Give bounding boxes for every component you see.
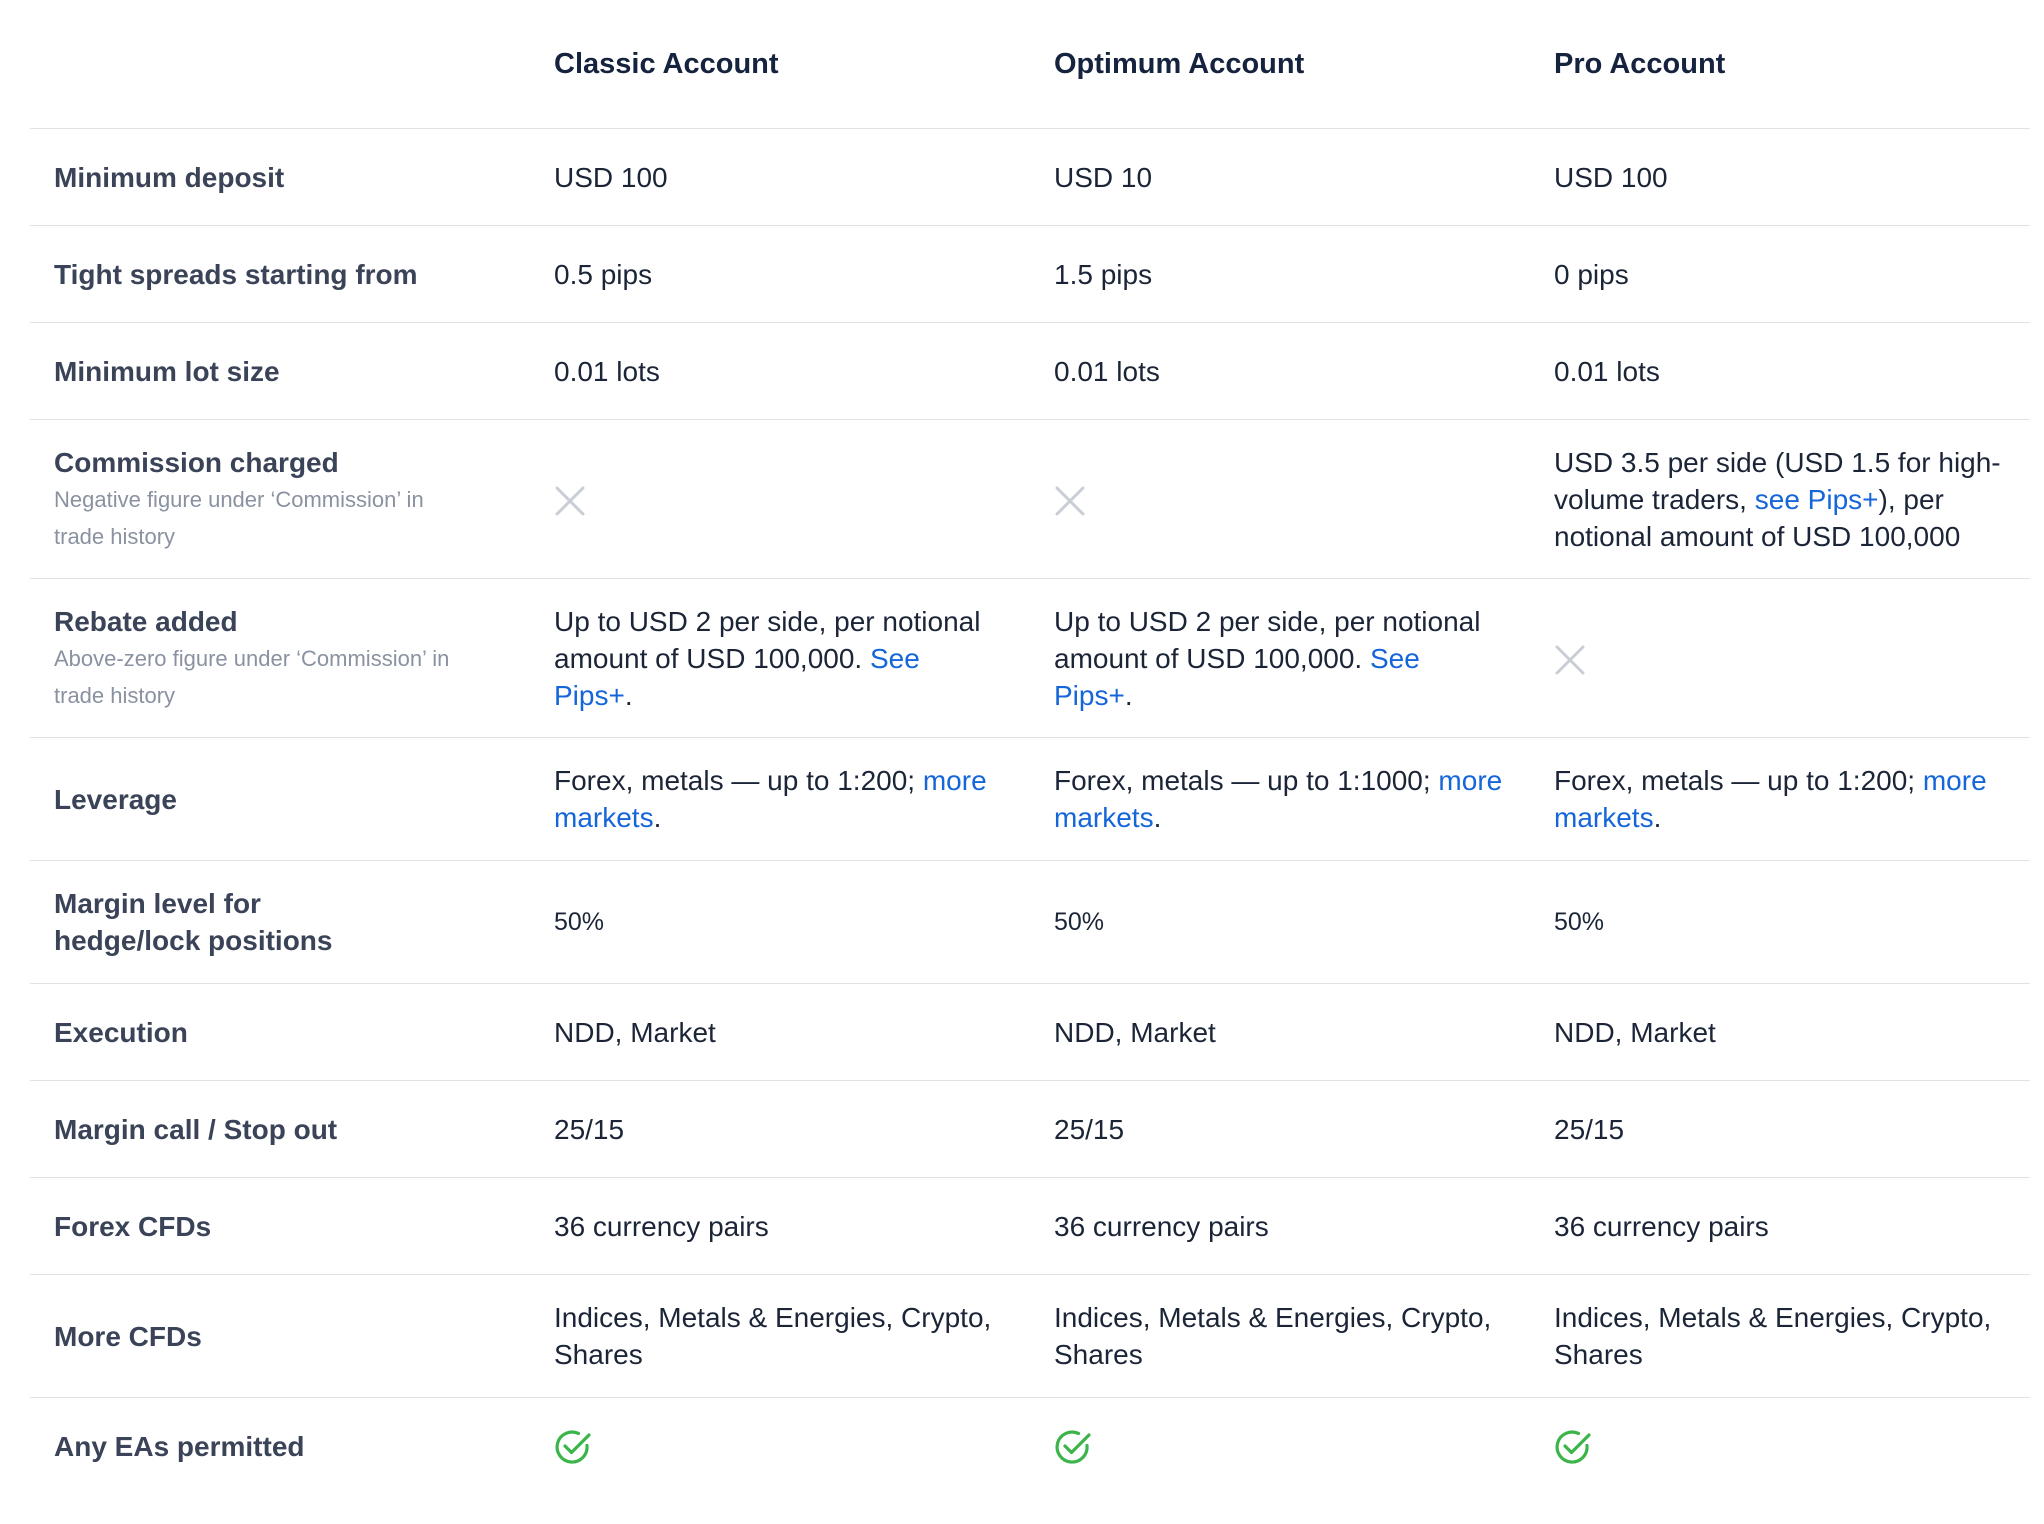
cell-optimum: Indices, Metals & Energies, Crypto, Shar… [1030, 1274, 1530, 1398]
cell-pro [1530, 578, 2030, 738]
cell-optimum: USD 10 [1030, 128, 1530, 226]
cell-optimum: 36 currency pairs [1030, 1177, 1530, 1275]
row-label: Tight spreads starting from [30, 225, 530, 323]
row-sublabel: Above-zero figure under ‘Commission’ in … [54, 645, 450, 708]
see-pips-plus-link[interactable]: see Pips+ [1755, 484, 1879, 515]
row-minimum-lot-size: Minimum lot size 0.01 lots 0.01 lots 0.0… [30, 322, 2030, 420]
row-label: Commission charged [54, 446, 339, 478]
row-minimum-deposit: Minimum deposit USD 100 USD 10 USD 100 [30, 128, 2030, 226]
cell-classic: NDD, Market [530, 983, 1030, 1081]
cell-pro [1530, 1398, 2030, 1495]
cell-classic: 50% [530, 860, 1030, 984]
row-execution: Execution NDD, Market NDD, Market NDD, M… [30, 983, 2030, 1081]
cell-text: . [624, 679, 633, 711]
table-header-row: Classic Account Optimum Account Pro Acco… [30, 0, 2030, 129]
row-label: Rebate added [54, 605, 238, 637]
cell-classic [530, 1398, 1030, 1495]
header-empty-cell [30, 0, 530, 129]
row-label: Forex CFDs [30, 1177, 530, 1275]
cross-icon [1555, 645, 1585, 675]
cell-text: . [1153, 802, 1162, 833]
cell-classic: USD 100 [530, 128, 1030, 226]
cell-pro: Indices, Metals & Energies, Crypto, Shar… [1530, 1274, 2030, 1398]
cell-pro: 0.01 lots [1530, 322, 2030, 420]
row-label: Margin call / Stop out [30, 1080, 530, 1178]
cell-text: Forex, metals — up to 1:1000; [1054, 765, 1439, 796]
cell-classic: 36 currency pairs [530, 1177, 1030, 1275]
cell-optimum: NDD, Market [1030, 983, 1530, 1081]
cell-classic: 0.5 pips [530, 225, 1030, 323]
row-margin-call-stop-out: Margin call / Stop out 25/15 25/15 25/15 [30, 1080, 2030, 1178]
cell-pro: 50% [1530, 860, 2030, 984]
cell-classic: Forex, metals — up to 1:200; more market… [530, 737, 1030, 861]
account-comparison: Classic Account Optimum Account Pro Acco… [30, 0, 2030, 1494]
row-label: Execution [30, 983, 530, 1081]
row-label-cell: Commission charged Negative figure under… [30, 419, 530, 579]
cell-pro: USD 3.5 per side (USD 1.5 for high-volum… [1530, 419, 2030, 579]
cell-optimum [1030, 419, 1530, 579]
cell-classic: 0.01 lots [530, 322, 1030, 420]
check-circle-icon [1555, 1430, 1591, 1464]
cell-text: Forex, metals — up to 1:200; [554, 765, 923, 796]
row-label: Minimum deposit [30, 128, 530, 226]
cell-text: . [1653, 802, 1662, 833]
cell-text: . [1124, 679, 1133, 711]
check-circle-icon [1055, 1430, 1091, 1464]
cell-text: Forex, metals — up to 1:200; [1554, 765, 1923, 796]
header-classic-account: Classic Account [530, 0, 1030, 129]
cell-pro: Forex, metals — up to 1:200; more market… [1530, 737, 2030, 861]
cell-optimum [1030, 1398, 1530, 1495]
cell-optimum: Forex, metals — up to 1:1000; more marke… [1030, 737, 1530, 861]
row-label-cell: Rebate added Above-zero figure under ‘Co… [30, 578, 530, 738]
row-forex-cfds: Forex CFDs 36 currency pairs 36 currency… [30, 1177, 2030, 1275]
row-label: Margin level for hedge/lock positions [30, 860, 530, 984]
account-comparison-table: Classic Account Optimum Account Pro Acco… [30, 0, 2030, 1494]
row-label: More CFDs [30, 1274, 530, 1398]
check-circle-icon [555, 1430, 591, 1464]
row-tight-spreads: Tight spreads starting from 0.5 pips 1.5… [30, 225, 2030, 323]
cell-optimum: 50% [1030, 860, 1530, 984]
cross-icon [1055, 486, 1085, 516]
row-any-eas-permitted: Any EAs permitted [30, 1398, 2030, 1495]
cross-icon [555, 486, 585, 516]
row-leverage: Leverage Forex, metals — up to 1:200; mo… [30, 737, 2030, 861]
row-more-cfds: More CFDs Indices, Metals & Energies, Cr… [30, 1274, 2030, 1398]
cell-pro: 36 currency pairs [1530, 1177, 2030, 1275]
cell-classic: Indices, Metals & Energies, Crypto, Shar… [530, 1274, 1030, 1398]
header-pro-account: Pro Account [1530, 0, 2030, 129]
cell-optimum: 1.5 pips [1030, 225, 1530, 323]
cell-pro: 0 pips [1530, 225, 2030, 323]
cell-text: . [653, 802, 662, 833]
cell-pro: 25/15 [1530, 1080, 2030, 1178]
header-optimum-account: Optimum Account [1030, 0, 1530, 129]
cell-pro: NDD, Market [1530, 983, 2030, 1081]
row-commission-charged: Commission charged Negative figure under… [30, 419, 2030, 579]
cell-classic [530, 419, 1030, 579]
cell-optimum: 0.01 lots [1030, 322, 1530, 420]
cell-optimum: Up to USD 2 per side, per notional amoun… [1030, 578, 1530, 738]
row-label: Leverage [30, 737, 530, 861]
row-rebate-added: Rebate added Above-zero figure under ‘Co… [30, 578, 2030, 738]
cell-pro: USD 100 [1530, 128, 2030, 226]
row-margin-level-hedge: Margin level for hedge/lock positions 50… [30, 860, 2030, 984]
row-label: Any EAs permitted [54, 1430, 305, 1462]
cell-optimum: 25/15 [1030, 1080, 1530, 1178]
row-label: Minimum lot size [30, 322, 530, 420]
cell-classic: Up to USD 2 per side, per notional amoun… [530, 578, 1030, 738]
cell-classic: 25/15 [530, 1080, 1030, 1178]
row-sublabel: Negative figure under ‘Commission’ in tr… [54, 486, 424, 549]
